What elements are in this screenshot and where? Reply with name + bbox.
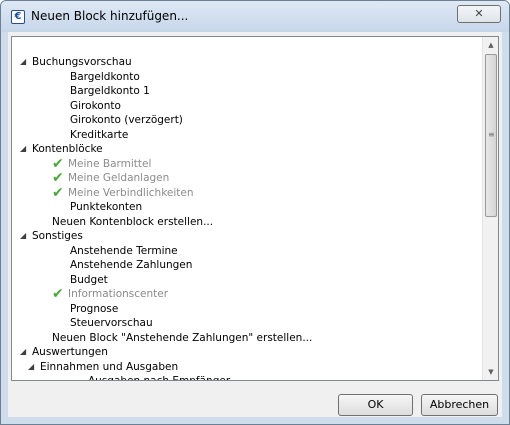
tree-item-label: Meine Barmittel — [68, 157, 152, 170]
tree-item-label: Girokonto (verzögert) — [70, 114, 183, 126]
tree-item[interactable]: Kreditkarte — [12, 128, 482, 143]
tree-item-label: Steuervorschau — [70, 317, 153, 329]
tree-item-label: Girokonto — [70, 99, 121, 112]
app-icon: € — [11, 10, 25, 24]
tree-item[interactable]: Ausgaben nach Empfänger — [12, 374, 482, 381]
tree-item-label: Kontenblöcke — [32, 143, 103, 155]
tree-item-label: Kreditkarte — [70, 128, 129, 141]
tree-item[interactable]: ✔ Informationscenter — [12, 287, 482, 302]
tree-item-label: Neuen Kontenblock erstellen... — [52, 215, 214, 228]
tree-group[interactable]: ◢ Sonstiges — [12, 229, 482, 244]
checkmark-icon: ✔ — [52, 184, 64, 201]
tree-item[interactable]: Anstehende Zahlungen — [12, 258, 482, 273]
tree-item[interactable]: Bargeldkonto 1 — [12, 84, 482, 99]
close-button[interactable]: ✕ — [457, 5, 501, 23]
tree-item[interactable]: ✔ Meine Geldanlagen — [12, 171, 482, 186]
title-bar[interactable]: € Neuen Block hinzufügen... ✕ — [1, 1, 509, 32]
tree-item[interactable]: Prognose — [12, 302, 482, 317]
window-title: Neuen Block hinzufügen... — [31, 9, 189, 23]
tree-item[interactable]: ✔ Meine Verbindlichkeiten — [12, 186, 482, 201]
tree-item-label: Sonstiges — [32, 230, 83, 242]
tree-group[interactable]: ◢ Auswertungen — [12, 345, 482, 360]
tree-item-label: Bargeldkonto 1 — [70, 85, 150, 97]
tree-group[interactable]: ◢ Kontenblöcke — [12, 142, 482, 157]
tree-item-label: Meine Geldanlagen — [68, 172, 170, 184]
expanded-triangle-icon[interactable]: ◢ — [28, 360, 38, 374]
tree-create-item[interactable]: Neuen Block "Anstehende Zahlungen" erste… — [12, 331, 482, 346]
tree-item-label: Budget — [70, 273, 108, 286]
tree-item[interactable]: Budget — [12, 273, 482, 288]
tree-item-label: Bargeldkonto — [70, 70, 140, 83]
tree-item-label: Prognose — [70, 302, 119, 315]
tree-item-label: Anstehende Termine — [70, 244, 178, 257]
expanded-triangle-icon[interactable]: ◢ — [20, 345, 30, 359]
scrollbar-thumb[interactable]: ≡ — [485, 54, 497, 217]
tree-item-label: Meine Verbindlichkeiten — [68, 186, 194, 199]
tree-item-label: Punktekonten — [70, 201, 143, 213]
tree-item-label: Informationscenter — [68, 288, 169, 300]
tree-item[interactable]: Girokonto (verzögert) — [12, 113, 482, 128]
tree-create-item[interactable]: Neuen Kontenblock erstellen... — [12, 215, 482, 230]
checkmark-icon: ✔ — [52, 155, 64, 172]
vertical-scrollbar[interactable]: ▲ ≡ ▼ — [482, 37, 498, 380]
tree-item[interactable]: Steuervorschau — [12, 316, 482, 331]
ok-button[interactable]: OK — [338, 394, 413, 416]
tree-item[interactable]: Bargeldkonto — [12, 70, 482, 85]
dialog-window: € Neuen Block hinzufügen... ✕ ◢ Buchungsv… — [0, 0, 510, 425]
block-tree-panel: ◢ Buchungsvorschau Bargeldkonto Bargeldkont… — [11, 36, 499, 381]
expanded-triangle-icon[interactable]: ◢ — [20, 142, 30, 156]
block-tree: ◢ Buchungsvorschau Bargeldkonto Bargeldkont… — [12, 55, 482, 381]
tree-item-label: Ausgaben nach Empfänger — [88, 375, 231, 381]
tree-item[interactable]: Girokonto — [12, 99, 482, 114]
expanded-triangle-icon[interactable]: ◢ — [20, 55, 30, 69]
tree-item-label: Einnahmen und Ausgaben — [40, 360, 179, 373]
tree-subgroup[interactable]: ◢ Einnahmen und Ausgaben — [12, 360, 482, 375]
tree-item-label: Auswertungen — [32, 346, 108, 358]
scrollbar-grip-icon: ≡ — [488, 130, 495, 139]
scroll-up-arrow-icon[interactable]: ▲ — [483, 37, 498, 53]
cancel-button[interactable]: Abbrechen — [421, 394, 498, 416]
tree-group[interactable]: ◢ Buchungsvorschau — [12, 55, 482, 70]
expanded-triangle-icon[interactable]: ◢ — [20, 229, 30, 243]
checkmark-icon: ✔ — [52, 286, 64, 302]
checkmark-icon: ✔ — [52, 170, 64, 186]
scroll-down-arrow-icon[interactable]: ▼ — [483, 364, 498, 380]
tree-item-label: Neuen Block "Anstehende Zahlungen" erste… — [52, 331, 313, 344]
tree-item[interactable]: Punktekonten — [12, 200, 482, 215]
dialog-client-area: ◢ Buchungsvorschau Bargeldkonto Bargeldkont… — [8, 32, 502, 417]
tree-item-label: Anstehende Zahlungen — [70, 259, 193, 271]
tree-item-label: Buchungsvorschau — [32, 56, 132, 68]
tree-item[interactable]: ✔ Meine Barmittel — [12, 157, 482, 172]
tree-item[interactable]: Anstehende Termine — [12, 244, 482, 259]
